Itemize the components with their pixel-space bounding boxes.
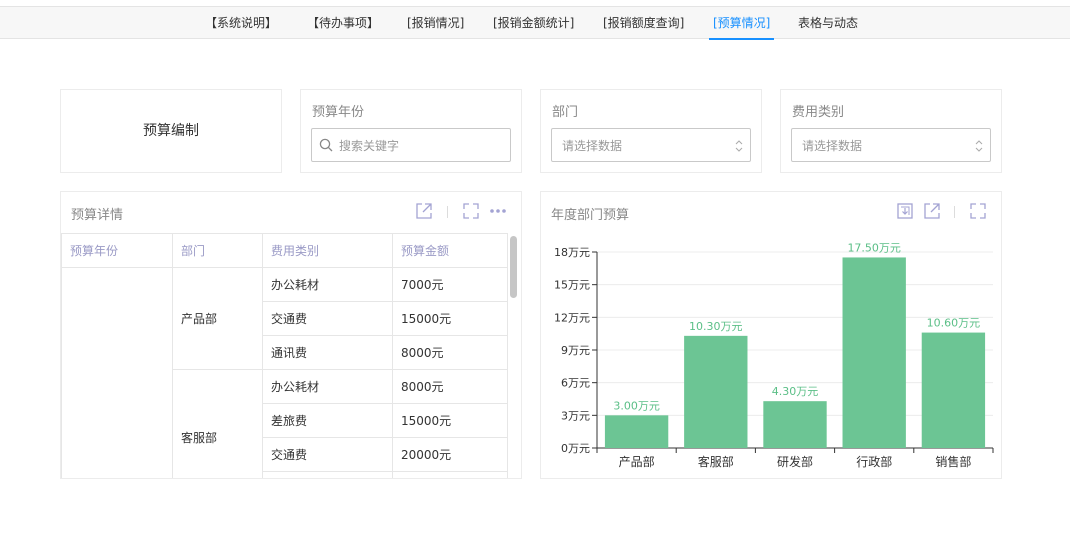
x-tick-label: 行政部 bbox=[856, 454, 892, 469]
year-search-box[interactable] bbox=[311, 128, 511, 162]
category-cell: 办公耗材 bbox=[262, 267, 393, 302]
department-budget-chart: 0万元 3万元 6万元 9万元 12万元 15万元 18万元 3.00万元产品部 10.30万元… bbox=[554, 241, 994, 469]
bar bbox=[604, 415, 669, 448]
table-header-row: 预算年份 部门 费用类别 预算金额 bbox=[61, 233, 508, 268]
budget-table: 预算年份 部门 费用类别 预算金额 产品部 办公耗材 7000元 交通费 150… bbox=[61, 233, 508, 478]
y-tick-label: 12万元 bbox=[554, 311, 590, 324]
department-budget-panel: 年度部门预算 0万元 3万元 6万元 9万元 12万元 15万元 18万元 3.00万元 产品部… bbox=[540, 191, 1002, 479]
bar-value-label: 10.60万元 bbox=[927, 317, 981, 330]
tab-budget[interactable]: [预算情况] bbox=[708, 7, 775, 40]
table-scrollbar[interactable] bbox=[508, 233, 518, 478]
department-cell: 产品部 bbox=[172, 267, 263, 370]
amount-cell: 7000元 bbox=[392, 267, 508, 302]
budget-edit-card[interactable]: 预算编制 bbox=[60, 89, 282, 173]
tab-quota-query[interactable]: [报销额度查询] bbox=[603, 7, 684, 39]
year-cell bbox=[61, 267, 173, 478]
x-tick-label: 研发部 bbox=[777, 454, 813, 469]
fullscreen-icon[interactable] bbox=[969, 202, 987, 220]
y-tick-label: 6万元 bbox=[561, 377, 590, 390]
category-cell: 交通费 bbox=[262, 437, 393, 472]
header-expense-type[interactable]: 费用类别 bbox=[262, 233, 393, 268]
year-filter-card: 预算年份 bbox=[300, 89, 522, 173]
budget-detail-panel: 预算详情 预算年份 部门 费用类别 预算金额 产品部 办公耗材 7000元 交通… bbox=[60, 191, 522, 479]
search-icon bbox=[319, 138, 333, 152]
tab-todo[interactable]: 【待办事项】 bbox=[307, 7, 379, 39]
expense-type-select-input[interactable] bbox=[800, 137, 974, 155]
table-row: 产品部 办公耗材 7000元 bbox=[61, 267, 508, 478]
bar bbox=[921, 332, 986, 448]
category-cell: 办公耗材 bbox=[262, 369, 393, 404]
category-cell bbox=[262, 471, 393, 478]
tab-bar: 【系统说明】 【待办事项】 [报销情况] [报销金额统计] [报销额度查询] [… bbox=[0, 6, 1070, 40]
sort-arrows-icon bbox=[735, 140, 743, 152]
expense-type-filter-label: 费用类别 bbox=[792, 105, 845, 120]
amount-cell: 15000元 bbox=[392, 403, 508, 438]
department-filter-label: 部门 bbox=[552, 105, 579, 120]
budget-edit-label: 预算编制 bbox=[143, 123, 199, 139]
tab-reimbursement[interactable]: [报销情况] bbox=[407, 7, 464, 39]
x-tick-label: 产品部 bbox=[619, 454, 655, 469]
expense-type-select[interactable] bbox=[791, 128, 991, 162]
bar-value-label: 3.00万元 bbox=[613, 399, 660, 412]
open-external-icon[interactable] bbox=[923, 202, 941, 220]
y-tick-label: 9万元 bbox=[561, 344, 590, 357]
tab-system-info[interactable]: 【系统说明】 bbox=[205, 7, 277, 39]
amount-cell: 15000元 bbox=[392, 301, 508, 336]
x-tick-label: 客服部 bbox=[698, 454, 734, 469]
toolbar-divider bbox=[954, 206, 955, 218]
department-budget-title: 年度部门预算 bbox=[551, 208, 630, 223]
bar-value-label: 4.30万元 bbox=[772, 385, 819, 398]
department-filter-card: 部门 bbox=[540, 89, 762, 173]
header-department[interactable]: 部门 bbox=[172, 233, 263, 268]
y-tick-label: 0万元 bbox=[561, 442, 590, 455]
bar-value-label: 17.50万元 bbox=[847, 241, 901, 254]
tab-reimbursement-stats[interactable]: [报销金额统计] bbox=[493, 7, 574, 39]
y-tick-label: 18万元 bbox=[554, 246, 590, 259]
sort-arrows-icon bbox=[975, 140, 983, 152]
amount-cell: 8000元 bbox=[392, 369, 508, 404]
top-strip bbox=[0, 0, 1070, 5]
bar bbox=[684, 335, 748, 448]
year-filter-label: 预算年份 bbox=[312, 105, 365, 120]
expense-type-filter-card: 费用类别 bbox=[780, 89, 1002, 173]
bar bbox=[842, 257, 906, 448]
category-cell: 交通费 bbox=[262, 301, 393, 336]
bar-value-label: 10.30万元 bbox=[689, 320, 743, 333]
download-icon[interactable] bbox=[896, 202, 914, 220]
year-search-input[interactable] bbox=[337, 137, 506, 155]
amount-cell: 20000元 bbox=[392, 437, 508, 472]
department-select-input[interactable] bbox=[560, 137, 734, 155]
table-scrollbar-thumb[interactable] bbox=[510, 236, 517, 298]
bar bbox=[763, 401, 827, 448]
tab-tables-dynamic[interactable]: 表格与动态 bbox=[798, 7, 858, 39]
y-tick-label: 3万元 bbox=[561, 409, 590, 422]
category-cell: 差旅费 bbox=[262, 403, 393, 438]
budget-table-viewport[interactable]: 预算年份 部门 费用类别 预算金额 产品部 办公耗材 7000元 交通费 150… bbox=[61, 192, 510, 478]
header-amount[interactable]: 预算金额 bbox=[392, 233, 508, 268]
x-tick-label: 销售部 bbox=[935, 454, 971, 469]
amount-cell bbox=[392, 471, 508, 478]
department-select[interactable] bbox=[551, 128, 751, 162]
amount-cell: 8000元 bbox=[392, 335, 508, 370]
y-tick-label: 15万元 bbox=[554, 279, 590, 292]
category-cell: 通讯费 bbox=[262, 335, 393, 370]
header-year[interactable]: 预算年份 bbox=[61, 233, 173, 268]
department-cell: 客服部 bbox=[172, 369, 263, 478]
